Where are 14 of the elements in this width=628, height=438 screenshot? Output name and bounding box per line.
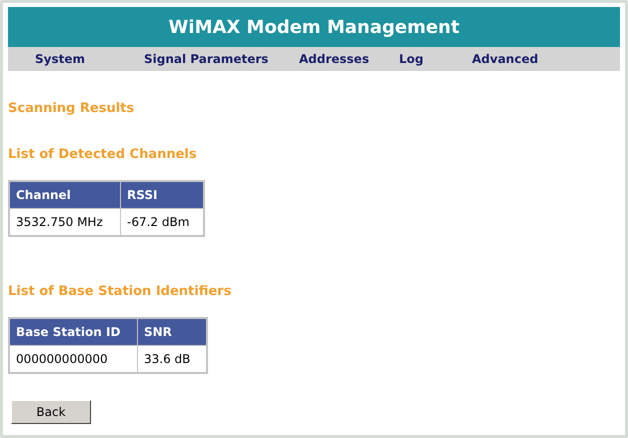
nav-link[interactable]: Log xyxy=(399,52,472,66)
page-title: Scanning Results xyxy=(8,101,136,116)
nav-link[interactable]: Advanced xyxy=(472,52,572,66)
back-button[interactable]: Back xyxy=(11,400,91,424)
section-heading: List of Detected Channels xyxy=(8,147,198,162)
column-header: Channel xyxy=(9,181,120,208)
nav-link[interactable]: System xyxy=(35,52,144,66)
column-header: RSSI xyxy=(120,181,204,208)
section-heading: List of Base Station Identifiers xyxy=(8,284,232,299)
nav-link[interactable]: Signal Parameters xyxy=(144,52,299,66)
header-title: WiMAX Modem Management xyxy=(8,7,620,47)
nav-link[interactable]: Addresses xyxy=(299,52,399,66)
column-header: Base Station ID xyxy=(9,318,138,346)
column-header: SNR xyxy=(138,318,207,346)
